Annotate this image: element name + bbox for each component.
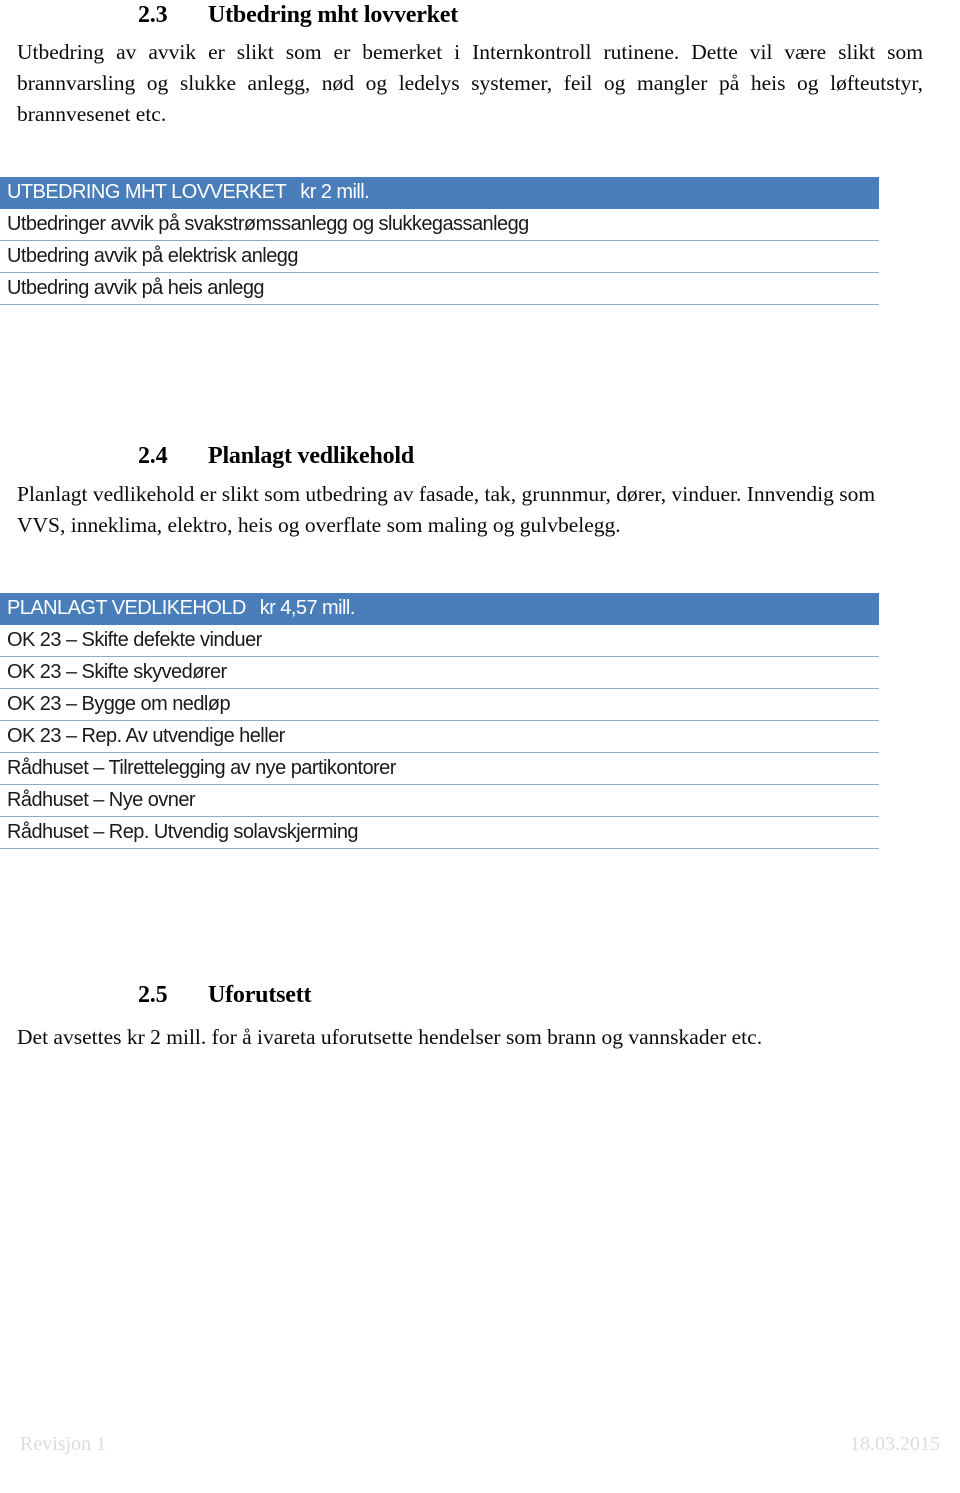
section-title-2-5: Uforutsett	[208, 982, 312, 1008]
table-header-amount: kr 4,57 mill.	[259, 597, 356, 619]
footer-revision: Revisjon 1	[20, 1433, 107, 1455]
section-paragraph-2-3: Utbedring av avvik er slikt som er bemer…	[17, 40, 923, 126]
table-header-row: PLANLAGT VEDLIKEHOLD kr 4,57 mill.	[0, 593, 879, 625]
table-row: Rådhuset – Rep. Utvendig solavskjerming	[0, 816, 879, 849]
table-cell-text: OK 23 – Skifte skyvedører	[0, 656, 879, 689]
section-paragraph-2-5: Det avsettes kr 2 mill. for å ivareta uf…	[17, 1025, 763, 1049]
section-number-2-5: 2.5	[138, 982, 168, 1008]
table-cell-text: Rådhuset – Rep. Utvendig solavskjerming	[0, 816, 879, 849]
table-cell-text: Utbedring avvik på heis anlegg	[0, 272, 879, 305]
section-title-2-4: Planlagt vedlikehold	[208, 443, 415, 469]
section-heading-2-4: 2.4 Planlagt vedlikehold	[138, 443, 414, 470]
table-cell-text: OK 23 – Bygge om nedløp	[0, 688, 879, 721]
table-header-title: UTBEDRING MHT LOVVERKET	[7, 181, 287, 203]
table-row: Rådhuset – Nye ovner	[0, 784, 879, 817]
table-row: OK 23 – Bygge om nedløp	[0, 688, 879, 721]
table-row: Utbedring avvik på elektrisk anlegg	[0, 240, 879, 273]
table-row: OK 23 – Skifte skyvedører	[0, 656, 879, 689]
table-cell-text: Rådhuset – Tilrettelegging av nye partik…	[0, 752, 879, 785]
table-planlagt-vedlikehold: PLANLAGT VEDLIKEHOLD kr 4,57 mill. OK 23 …	[0, 593, 879, 849]
table-row: Rådhuset – Tilrettelegging av nye partik…	[0, 752, 879, 785]
table-row: Utbedring avvik på heis anlegg	[0, 272, 879, 305]
table-cell-blank	[0, 304, 879, 328]
table-header-cell: UTBEDRING MHT LOVVERKET kr 2 mill.	[0, 177, 879, 209]
section-number-2-3: 2.3	[138, 2, 168, 28]
table-cell-text: OK 23 – Rep. Av utvendige heller	[0, 720, 879, 753]
table-blank-row	[0, 304, 879, 328]
document-page: 2.3 Utbedring mht lovverket Utbedring av …	[0, 0, 960, 1493]
table-header-row: UTBEDRING MHT LOVVERKET kr 2 mill.	[0, 177, 879, 209]
table-utbedring-mht-lovverket: UTBEDRING MHT LOVVERKET kr 2 mill. Utbedr…	[0, 177, 879, 328]
table-cell-text: OK 23 – Skifte defekte vinduer	[0, 624, 879, 657]
footer-date: 18.03.2015	[850, 1433, 940, 1455]
section-heading-2-5: 2.5 Uforutsett	[138, 982, 311, 1009]
table-header-amount: kr 2 mill.	[300, 181, 370, 203]
section-paragraph-2-4: Planlagt vedlikehold er slikt som utbedr…	[17, 482, 876, 537]
table-row: OK 23 – Rep. Av utvendige heller	[0, 720, 879, 753]
table-cell-text: Utbedringer avvik på svakstrømssanlegg o…	[0, 208, 879, 241]
table-header-title: PLANLAGT VEDLIKEHOLD	[7, 597, 246, 619]
table-row: Utbedringer avvik på svakstrømssanlegg o…	[0, 208, 879, 241]
table-cell-text: Rådhuset – Nye ovner	[0, 784, 879, 817]
table-cell-text: Utbedring avvik på elektrisk anlegg	[0, 240, 879, 273]
table-header-cell: PLANLAGT VEDLIKEHOLD kr 4,57 mill.	[0, 593, 879, 625]
section-number-2-4: 2.4	[138, 443, 168, 469]
section-title-2-3: Utbedring mht lovverket	[208, 2, 459, 28]
page-footer: Revisjon 1 18.03.2015	[0, 1433, 960, 1493]
section-heading-2-3: 2.3 Utbedring mht lovverket	[138, 2, 458, 29]
table-row: OK 23 – Skifte defekte vinduer	[0, 624, 879, 657]
